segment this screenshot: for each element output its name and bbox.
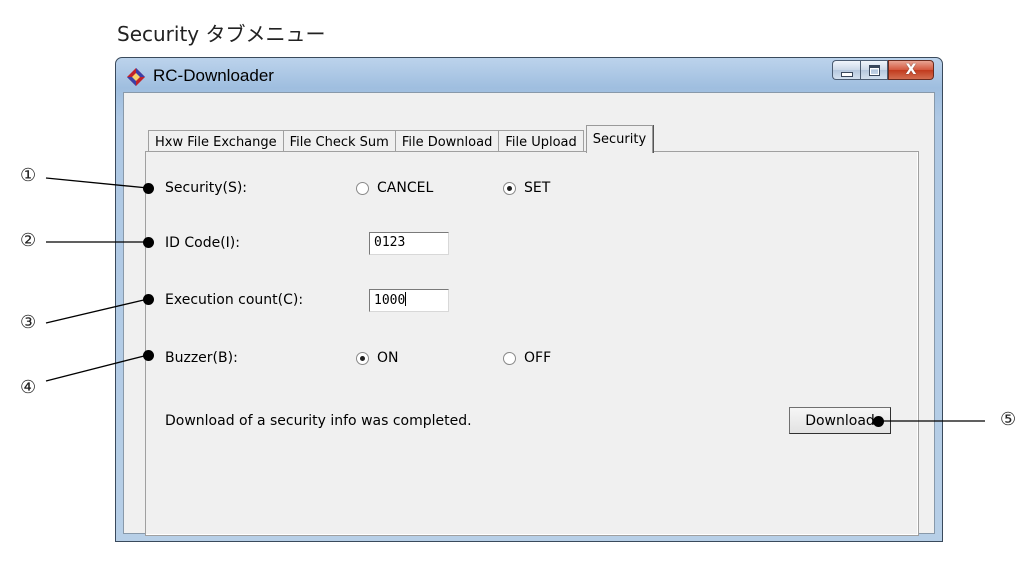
callout-4: ④ <box>20 377 37 398</box>
tab-security[interactable]: Security <box>585 125 654 153</box>
callout-3: ③ <box>20 312 37 333</box>
callout-2-marker <box>143 237 154 248</box>
callout-3-marker <box>143 294 154 305</box>
callout-5: ⑤ <box>1000 409 1017 430</box>
callout-leaders <box>45 177 985 422</box>
callout-1: ① <box>20 165 37 186</box>
callout-1-marker <box>143 183 154 194</box>
callout-2: ② <box>20 230 37 251</box>
callout-4-marker <box>143 350 154 361</box>
callout-5-marker <box>873 416 884 427</box>
